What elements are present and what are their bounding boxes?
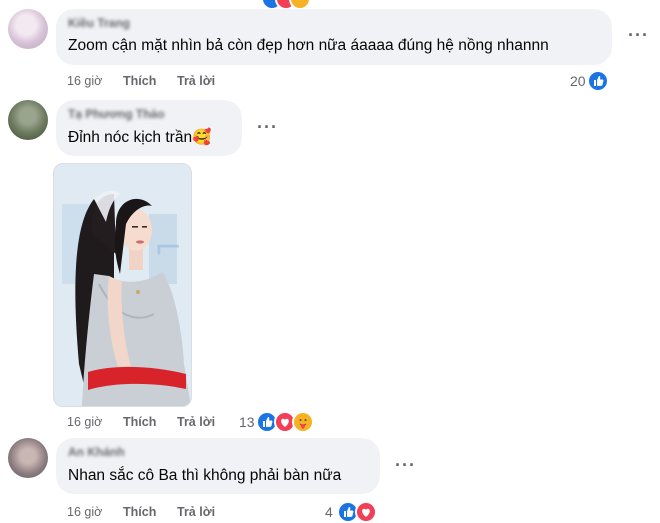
svg-text:⌐: ⌐ bbox=[154, 228, 183, 268]
top-reactions-partial bbox=[261, 0, 311, 10]
comment-time[interactable]: 16 giờ bbox=[67, 74, 102, 88]
reaction-count[interactable]: 13 bbox=[239, 414, 255, 430]
comment-author[interactable]: Kiều Trang bbox=[68, 16, 130, 30]
like-icon[interactable] bbox=[587, 70, 609, 92]
reaction-count[interactable]: 20 bbox=[570, 73, 586, 89]
like-button[interactable]: Thích bbox=[123, 505, 156, 519]
care-icon[interactable] bbox=[292, 411, 314, 433]
like-button[interactable]: Thích bbox=[123, 415, 156, 429]
reply-button[interactable]: Trả lời bbox=[177, 415, 215, 429]
avatar[interactable] bbox=[8, 438, 48, 478]
reply-button[interactable]: Trả lời bbox=[177, 505, 215, 519]
comment-text: Đỉnh nóc kịch trần🥰 bbox=[68, 129, 212, 146]
avatar[interactable] bbox=[8, 100, 48, 140]
comment-author[interactable]: An Khánh bbox=[68, 445, 125, 459]
comment-author[interactable]: Tạ Phương Thảo bbox=[68, 107, 165, 121]
comment-time[interactable]: 16 giờ bbox=[67, 505, 102, 519]
reply-button[interactable]: Trả lời bbox=[177, 74, 215, 88]
more-options-icon[interactable]: ··· bbox=[395, 456, 416, 474]
more-options-icon[interactable]: ··· bbox=[257, 118, 278, 136]
comment-photo[interactable]: ⌐ bbox=[53, 163, 192, 407]
comment-time[interactable]: 16 giờ bbox=[67, 415, 102, 429]
avatar[interactable] bbox=[8, 9, 48, 49]
love-icon[interactable] bbox=[355, 501, 377, 523]
comment-text: Nhan sắc cô Ba thì không phải bàn nữa bbox=[68, 467, 342, 484]
comment-text: Zoom cận mặt nhìn bả còn đẹp hơn nữa áaa… bbox=[68, 37, 549, 54]
reaction-count[interactable]: 4 bbox=[325, 504, 333, 520]
photo-illustration: ⌐ bbox=[54, 164, 191, 406]
like-button[interactable]: Thích bbox=[123, 74, 156, 88]
more-options-icon[interactable]: ··· bbox=[628, 26, 649, 44]
